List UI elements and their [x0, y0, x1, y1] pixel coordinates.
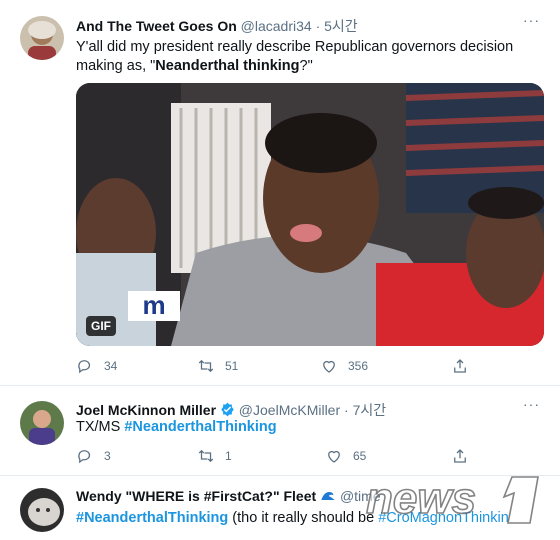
share-icon: [454, 359, 466, 373]
wave-icon: [321, 492, 335, 500]
tweet-text: TX/MS #NeanderthalThinking: [76, 419, 277, 435]
like-button[interactable]: 356: [320, 357, 368, 375]
retweet-count: 1: [225, 449, 232, 463]
reply-button[interactable]: 3: [76, 447, 111, 465]
tweet-2[interactable]: Joel McKinnon Miller @JoelMcKMiller · 7시…: [0, 386, 560, 476]
verified-icon: [221, 402, 234, 417]
svg-text:news: news: [366, 474, 476, 523]
share-button[interactable]: [451, 447, 469, 465]
retweet-icon: [198, 449, 214, 463]
display-name[interactable]: Wendy "WHERE is #FirstCat?" Fleet: [76, 488, 316, 504]
avatar[interactable]: [20, 488, 64, 532]
avatar[interactable]: [20, 16, 64, 60]
more-icon[interactable]: ···: [523, 12, 540, 28]
reply-count: 34: [104, 359, 118, 373]
hashtag-link[interactable]: #NeanderthalThinking: [124, 419, 276, 435]
news1-watermark-logo: news: [362, 471, 552, 534]
hashtag-link[interactable]: #NeanderthalThinking: [76, 510, 228, 526]
reply-button[interactable]: 34: [76, 357, 117, 375]
gif-media[interactable]: m GIF: [76, 83, 544, 346]
like-count: 65: [353, 449, 367, 463]
more-icon[interactable]: ···: [523, 396, 540, 412]
station-logo: m: [142, 290, 166, 320]
retweet-count: 51: [225, 359, 239, 373]
reply-icon: [78, 450, 91, 464]
like-icon: [323, 360, 335, 373]
share-icon: [454, 449, 466, 463]
like-button[interactable]: 65: [325, 447, 366, 465]
tweet-1[interactable]: And The Tweet Goes On @lacadri34 · 5시간 ·…: [0, 0, 560, 386]
retweet-icon: [198, 359, 214, 373]
tweet-header: Joel McKinnon Miller @JoelMcKMiller · 7시…: [76, 400, 540, 420]
handle-and-time[interactable]: @JoelMcKMiller · 7시간: [239, 402, 386, 418]
display-name[interactable]: Joel McKinnon Miller: [76, 402, 216, 418]
share-button[interactable]: [451, 357, 469, 375]
handle-and-time[interactable]: @lacadri34 · 5시간: [241, 18, 358, 34]
gif-badge: GIF: [86, 316, 116, 336]
avatar[interactable]: [20, 401, 64, 445]
tweet-text: Y'all did my president really describe R…: [76, 39, 514, 74]
like-count: 356: [348, 359, 369, 373]
reply-count: 3: [104, 449, 111, 463]
tweet-header: And The Tweet Goes On @lacadri34 · 5시간: [76, 16, 540, 36]
like-icon: [328, 450, 340, 463]
retweet-button[interactable]: 51: [197, 357, 238, 375]
display-name[interactable]: And The Tweet Goes On: [76, 18, 237, 34]
retweet-button[interactable]: 1: [197, 447, 232, 465]
reply-icon: [78, 360, 91, 374]
